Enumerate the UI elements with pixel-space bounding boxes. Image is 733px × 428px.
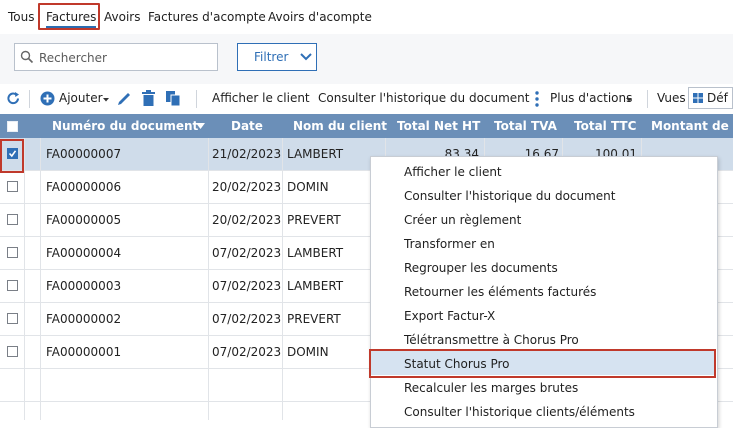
document-number: FA00000001	[46, 345, 122, 359]
tab-factures-acompte[interactable]: Factures d'acompte	[148, 10, 266, 24]
row-checkbox[interactable]	[7, 313, 18, 324]
views-select[interactable]: Déf	[688, 87, 733, 109]
search-bar: Filtrer	[0, 34, 733, 85]
document-date: 21/02/2023	[212, 147, 282, 161]
document-date: 07/02/2023	[212, 312, 282, 326]
more-vertical-icon	[535, 91, 539, 107]
menu-item-recalculate-margins[interactable]: Recalculer les marges brutes	[404, 381, 578, 395]
highlight-frame	[0, 139, 24, 173]
show-client-button[interactable]: Afficher le client	[212, 91, 310, 105]
column-header-document-number[interactable]: Numéro du document	[52, 119, 198, 133]
column-header-total-net-ht[interactable]: Total Net HT	[397, 119, 480, 133]
client-name: DOMIN	[287, 345, 329, 359]
client-name: PREVERT	[287, 312, 341, 326]
duplicate-icon[interactable]	[165, 90, 181, 107]
menu-item-return-items[interactable]: Retourner les éléments facturés	[404, 285, 596, 299]
menu-item-chorus-transmit[interactable]: Télétransmettre à Chorus Pro	[404, 333, 579, 347]
column-header-date[interactable]: Date	[231, 119, 263, 133]
tab-avoirs-acompte[interactable]: Avoirs d'acompte	[268, 10, 372, 24]
client-name: LAMBERT	[287, 147, 344, 161]
document-history-button[interactable]: Consulter l'historique du document	[318, 91, 530, 105]
toolbar: Ajouter Afficher le client Consulter l'h…	[0, 84, 733, 115]
table-header: Numéro du document Date Nom du client To…	[0, 114, 733, 138]
select-all-checkbox[interactable]	[7, 121, 18, 132]
views-value: Déf	[707, 91, 728, 105]
sort-desc-icon	[196, 123, 205, 129]
search-field[interactable]	[14, 43, 218, 71]
menu-item-transform[interactable]: Transformer en	[404, 237, 495, 251]
toolbar-separator	[647, 90, 648, 108]
views-label: Vues	[657, 91, 686, 105]
search-input[interactable]	[37, 47, 216, 69]
row-checkbox[interactable]	[7, 181, 18, 192]
column-divider	[24, 138, 25, 420]
more-actions-button[interactable]: Plus d'actions	[550, 91, 632, 105]
document-date: 07/02/2023	[212, 279, 282, 293]
highlight-frame	[38, 3, 100, 30]
edit-pencil-icon[interactable]	[116, 90, 133, 107]
menu-item-client-items-history[interactable]: Consulter l'historique clients/éléments	[404, 405, 635, 419]
tab-all[interactable]: Tous	[8, 10, 35, 24]
menu-item-group-documents[interactable]: Regrouper les documents	[404, 261, 558, 275]
document-number: FA00000005	[46, 213, 122, 227]
column-divider	[208, 138, 209, 420]
grid-icon	[693, 93, 703, 103]
menu-item-document-history[interactable]: Consulter l'historique du document	[404, 189, 616, 203]
toolbar-separator	[29, 90, 30, 108]
column-header-total-tva[interactable]: Total TVA	[494, 119, 557, 133]
search-icon	[20, 50, 34, 64]
row-checkbox[interactable]	[7, 346, 18, 357]
refresh-icon[interactable]	[6, 91, 21, 106]
toolbar-separator	[196, 90, 197, 108]
document-date: 20/02/2023	[212, 213, 282, 227]
client-name: LAMBERT	[287, 279, 344, 293]
column-header-client-name[interactable]: Nom du client	[293, 119, 387, 133]
document-date: 20/02/2023	[212, 180, 282, 194]
add-button[interactable]: Ajouter	[59, 91, 103, 105]
client-name: DOMIN	[287, 180, 329, 194]
row-checkbox[interactable]	[7, 247, 18, 258]
tab-avoirs[interactable]: Avoirs	[104, 10, 140, 24]
client-name: LAMBERT	[287, 246, 344, 260]
document-number: FA00000004	[46, 246, 122, 260]
chevron-down-icon	[300, 53, 312, 61]
menu-item-show-client[interactable]: Afficher le client	[404, 165, 502, 179]
column-divider	[282, 138, 283, 420]
caret-down-icon	[626, 98, 632, 102]
filter-label: Filtrer	[254, 50, 289, 64]
row-checkbox[interactable]	[7, 280, 18, 291]
document-number: FA00000007	[46, 147, 122, 161]
filter-button[interactable]: Filtrer	[237, 43, 317, 71]
highlight-frame	[369, 349, 716, 378]
client-name: PREVERT	[287, 213, 341, 227]
caret-down-icon	[103, 98, 109, 102]
document-date: 07/02/2023	[212, 246, 282, 260]
document-type-tabs: Tous Factures Avoirs Factures d'acompte …	[0, 0, 733, 35]
document-number: FA00000006	[46, 180, 122, 194]
document-date: 07/02/2023	[212, 345, 282, 359]
column-divider	[40, 138, 41, 420]
delete-trash-icon[interactable]	[141, 90, 156, 107]
add-icon	[40, 91, 55, 106]
column-header-amount[interactable]: Montant de l'	[651, 119, 733, 133]
menu-item-create-payment[interactable]: Créer un règlement	[404, 213, 521, 227]
column-header-total-ttc[interactable]: Total TTC	[574, 119, 636, 133]
context-menu: Afficher le client Consulter l'historiqu…	[370, 156, 718, 428]
document-number: FA00000003	[46, 279, 122, 293]
menu-item-export-facturx[interactable]: Export Factur-X	[404, 309, 495, 323]
row-checkbox[interactable]	[7, 214, 18, 225]
document-number: FA00000002	[46, 312, 122, 326]
